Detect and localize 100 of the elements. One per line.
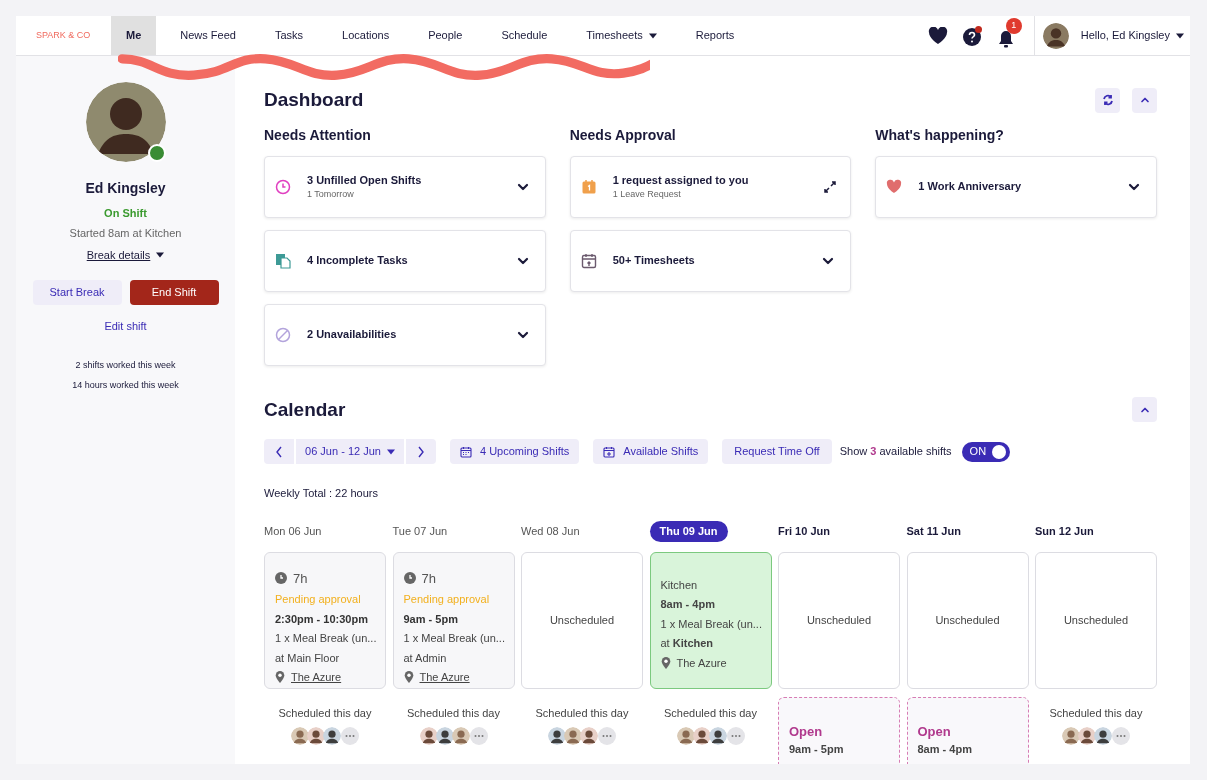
card-title: 1 request assigned to you — [612, 172, 750, 188]
shift-time: 8am - 4pm — [660, 597, 716, 612]
venue-link[interactable]: The Azure — [419, 669, 470, 686]
dashboard-title: Dashboard — [264, 88, 364, 112]
shift-time: 9am - 5pm — [789, 742, 845, 757]
open-shift-card[interactable]: Open 9am - 5pm — [778, 696, 900, 764]
section-title: Needs Approval — [569, 125, 677, 145]
open-label: Open — [789, 722, 824, 741]
nav-tab[interactable]: News Feed — [165, 16, 251, 55]
expand-icon[interactable] — [824, 180, 837, 193]
venue-link[interactable]: The Azure — [291, 669, 342, 686]
caret-icon — [1176, 32, 1184, 39]
shift-card[interactable]: 7h Pending approval 9am - 5pm 1 x Meal Break (un... at Admin The Azure — [392, 551, 515, 689]
nav-tab[interactable]: Schedule — [486, 16, 563, 55]
next-week-button[interactable] — [406, 439, 436, 464]
help-icon[interactable] — [961, 24, 984, 47]
dashboard-card[interactable]: 1 Work Anniversary — [875, 155, 1157, 218]
end-shift-button[interactable]: End Shift — [129, 279, 219, 305]
edit-shift-link[interactable]: Edit shift — [104, 317, 147, 334]
person-avatar — [419, 727, 438, 745]
more-icon[interactable] — [341, 727, 359, 745]
bell-icon[interactable] — [997, 29, 1014, 48]
shift-time: 8am - 4pm — [917, 742, 973, 757]
person-avatar — [1094, 727, 1112, 745]
shift-card[interactable]: 7h Pending approval 2:30pm - 10:30pm 1 x Meal Break (un... at Main Floor The Azure — [264, 551, 386, 689]
dashboard-card[interactable]: 4 Incomplete Tasks — [264, 229, 546, 292]
more-icon[interactable] — [469, 727, 488, 745]
available-shifts-button[interactable]: Available Shifts — [593, 439, 709, 464]
shift-status: On Shift — [104, 206, 147, 221]
scheduled-label: Scheduled this day — [278, 705, 372, 721]
card-title: 3 Unfilled Open Shifts — [307, 172, 423, 188]
more-icon[interactable] — [1112, 727, 1130, 745]
day-label[interactable]: Fri 10 Jun — [778, 523, 830, 540]
person-avatar — [291, 727, 309, 745]
dashboard-card[interactable]: 50+ Timesheets — [569, 229, 852, 292]
person-avatar — [692, 727, 711, 745]
shift-area: Kitchen — [660, 576, 761, 593]
nav-tab[interactable]: People — [413, 16, 478, 55]
show-shifts-toggle[interactable]: ON — [961, 441, 1010, 462]
nav-tab[interactable]: Reports — [680, 16, 750, 55]
dashboard-card[interactable]: 1 request assigned to you 1 Leave Request — [569, 155, 852, 218]
more-icon[interactable] — [598, 727, 616, 745]
shift-time: 9am - 5pm — [403, 611, 459, 627]
user-menu[interactable]: Hello, Ed Kingsley — [1080, 27, 1184, 44]
scheduled-label: Scheduled this day — [1049, 705, 1143, 721]
upcoming-shifts-button[interactable]: 4 Upcoming Shifts — [450, 439, 580, 464]
open-shift-card[interactable]: Open 8am - 4pm — [906, 696, 1029, 764]
unscheduled-label: Unscheduled — [935, 612, 1000, 628]
day-label[interactable]: Mon 06 Jun — [264, 523, 322, 540]
open-label: Open — [917, 722, 952, 741]
caret-icon — [156, 252, 165, 259]
clock-icon — [403, 572, 416, 585]
heart-icon — [886, 178, 903, 195]
shift-card[interactable]: Kitchen 8am - 4pm 1 x Meal Break (un... at Kitchen The Azure — [649, 551, 772, 689]
week-stat: 2 shifts worked this week — [75, 359, 176, 372]
shift-break: 1 x Meal Break (un... — [660, 616, 761, 632]
calendar-icon — [580, 252, 597, 269]
break-details-toggle[interactable]: Break details — [86, 247, 165, 264]
caret-icon — [386, 448, 395, 455]
shift-hours: 7h — [293, 569, 308, 588]
dashboard-card[interactable]: 3 Unfilled Open Shifts 1 Tomorrow — [264, 155, 546, 218]
person-avatar — [1062, 727, 1080, 745]
card-title: 4 Incomplete Tasks — [307, 253, 409, 269]
person-avatar — [323, 727, 341, 745]
previous-week-button[interactable] — [264, 439, 294, 464]
collapse-button[interactable] — [1132, 87, 1157, 113]
user-avatar — [1042, 22, 1069, 49]
person-avatar — [451, 727, 470, 745]
profile-name: Ed Kingsley — [85, 179, 166, 198]
shift-break: 1 x Meal Break (un... — [275, 631, 375, 646]
person-avatar — [708, 727, 727, 745]
location-pin-icon — [403, 671, 414, 684]
shift-time: 2:30pm - 10:30pm — [275, 611, 369, 627]
refresh-button[interactable] — [1095, 87, 1120, 113]
chevron-left-icon — [275, 445, 283, 458]
date-range-dropdown[interactable]: 06 Jun - 12 Jun — [296, 439, 404, 464]
day-label[interactable]: Tue 07 Jun — [392, 523, 448, 540]
scheduled-label: Scheduled this day — [535, 705, 629, 721]
nav-tab[interactable]: Tasks — [259, 16, 319, 55]
more-icon[interactable] — [726, 727, 745, 745]
documents-icon — [275, 252, 291, 269]
nav-tab[interactable]: Me — [111, 16, 157, 55]
section-title: What's happening? — [875, 125, 1005, 145]
person-avatar — [1078, 727, 1096, 745]
day-label[interactable]: Sat 11 Jun — [906, 523, 961, 540]
unscheduled-label: Unscheduled — [549, 612, 615, 628]
heart-icon[interactable] — [927, 26, 948, 45]
day-label[interactable]: Sun 12 Jun — [1035, 523, 1094, 540]
calendar-plus-icon — [603, 445, 616, 458]
day-label[interactable]: Thu 09 Jun — [649, 521, 728, 542]
day-label[interactable]: Wed 08 Jun — [521, 523, 580, 540]
collapse-button[interactable] — [1132, 397, 1157, 423]
unscheduled-label: Unscheduled — [806, 612, 872, 628]
person-avatar — [548, 727, 566, 745]
start-break-button[interactable]: Start Break — [32, 279, 122, 305]
nav-tab[interactable]: Timesheets — [571, 16, 672, 55]
request-time-off-button[interactable]: Request Time Off — [722, 439, 832, 464]
calendar-icon — [460, 445, 472, 458]
nav-tab[interactable]: Locations — [327, 16, 405, 55]
dashboard-card[interactable]: 2 Unavailabilities — [264, 303, 546, 366]
